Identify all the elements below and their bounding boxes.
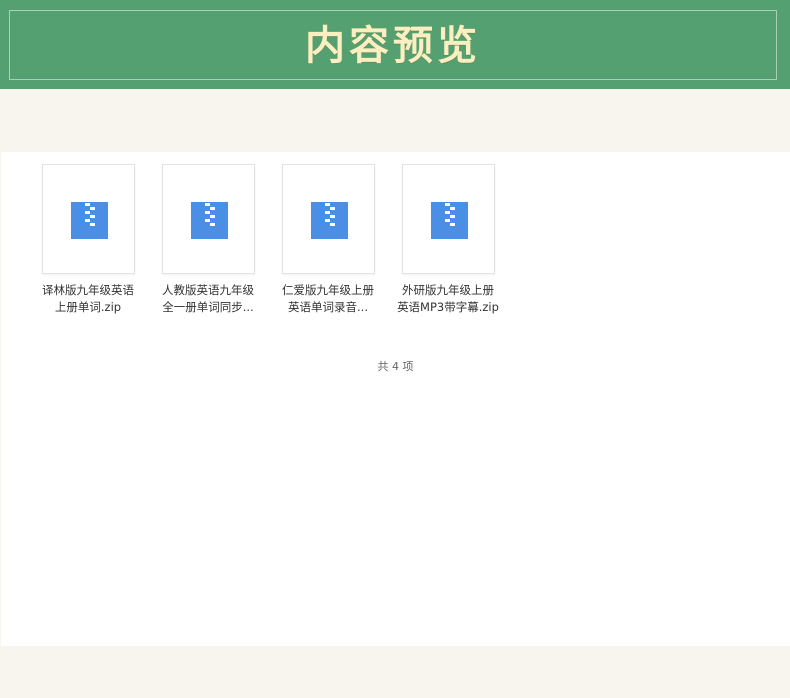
file-thumbnail[interactable] (162, 164, 255, 274)
file-list-panel: 译林版九年级英语 上册单词.zip 人教版英语九年级 全一册单词同步... 仁爱… (1, 152, 790, 646)
file-thumbnail[interactable] (402, 164, 495, 274)
file-name[interactable]: 人教版英语九年级 全一册单词同步... (152, 282, 264, 316)
zip-file-icon (191, 202, 228, 239)
file-name[interactable]: 译林版九年级英语 上册单词.zip (32, 282, 144, 316)
header-frame: 内容预览 (9, 10, 777, 80)
zip-file-icon (431, 202, 468, 239)
file-name[interactable]: 仁爱版九年级上册 英语单词录音... (272, 282, 384, 316)
file-thumbnail[interactable] (42, 164, 135, 274)
item-count: 共 4 项 (377, 360, 414, 373)
zip-file-icon (311, 202, 348, 239)
header-banner: 内容预览 (0, 0, 790, 89)
zip-file-icon (71, 202, 108, 239)
page-title: 内容预览 (305, 22, 481, 69)
file-name[interactable]: 外研版九年级上册 英语MP3带字幕.zip (392, 282, 504, 316)
file-thumbnail[interactable] (282, 164, 375, 274)
